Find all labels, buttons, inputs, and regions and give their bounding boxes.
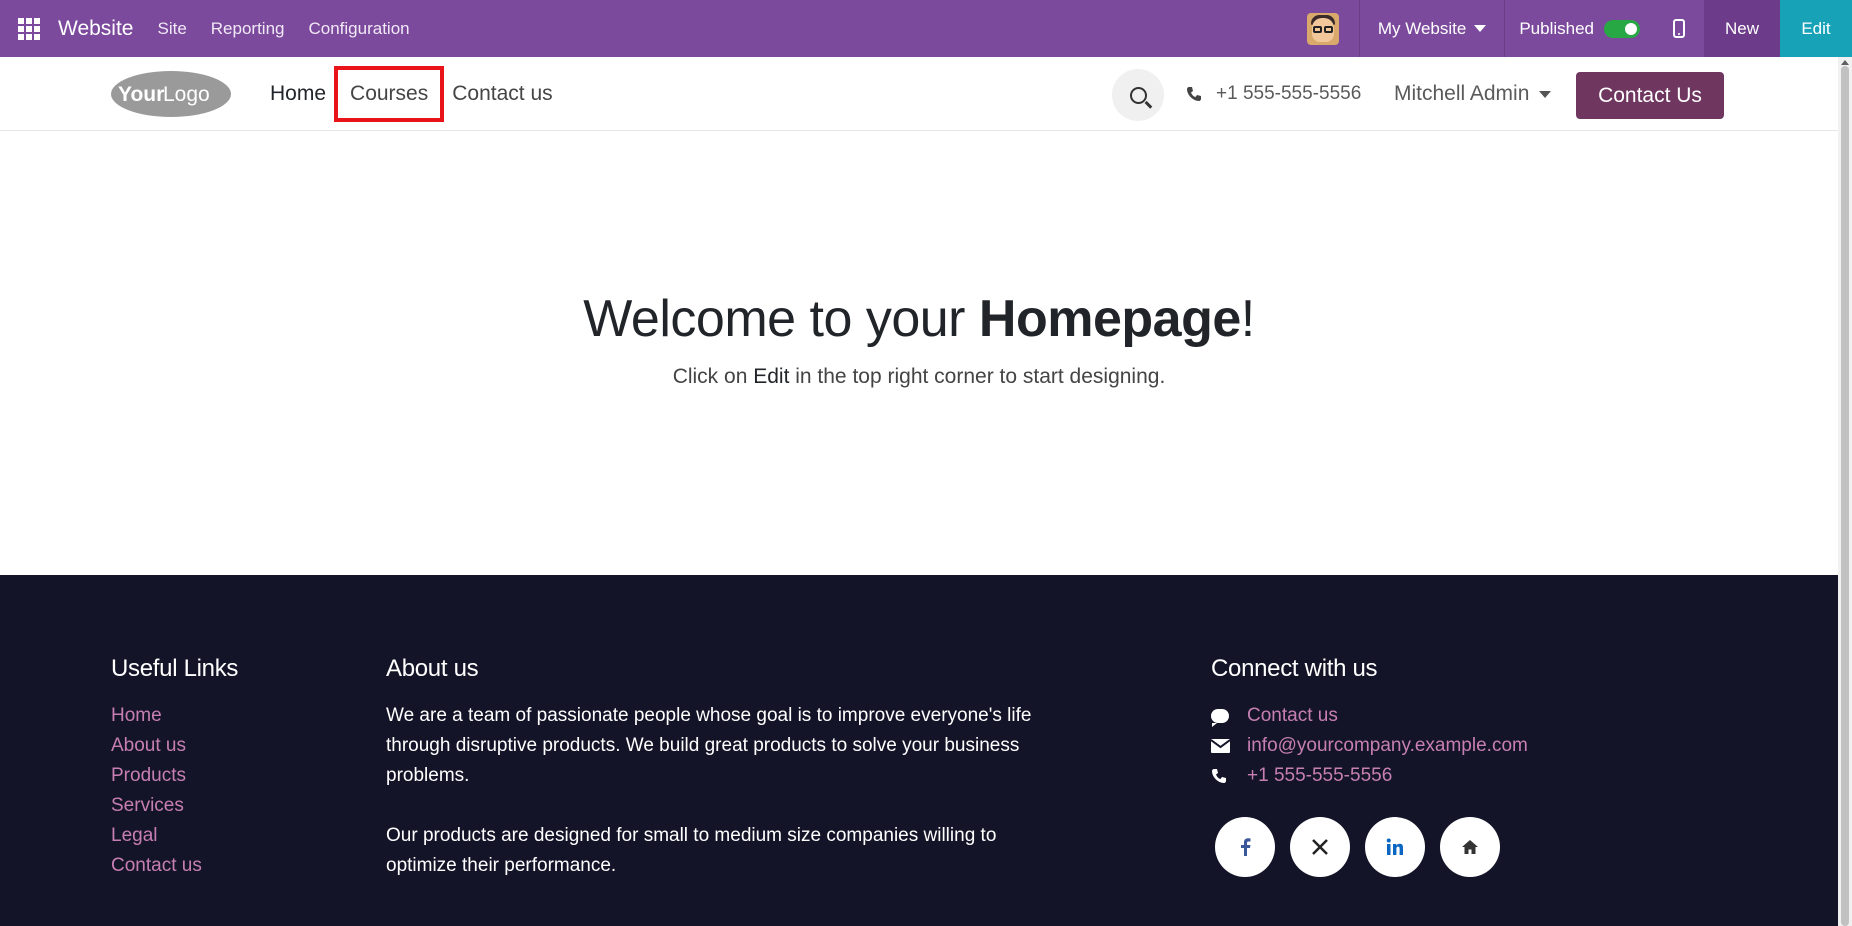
app-brand[interactable]: Website bbox=[58, 17, 133, 41]
page-subtitle: Click on Edit in the top right corner to… bbox=[0, 365, 1838, 389]
linkedin-icon[interactable] bbox=[1365, 817, 1425, 877]
phone-icon bbox=[1187, 87, 1201, 101]
menu-site[interactable]: Site bbox=[145, 19, 198, 39]
footer: Useful Links Home About us Products Serv… bbox=[0, 575, 1838, 926]
footer-about: About us We are a team of passionate peo… bbox=[386, 655, 1046, 881]
nav-home[interactable]: Home bbox=[262, 82, 334, 106]
social-links bbox=[1215, 817, 1528, 877]
menu-configuration[interactable]: Configuration bbox=[297, 19, 422, 39]
main-content: Welcome to your Homepage! Click on Edit … bbox=[0, 131, 1838, 575]
subtitle-a: Click on bbox=[672, 365, 754, 388]
edit-button[interactable]: Edit bbox=[1780, 0, 1852, 57]
title-prefix: Welcome to your bbox=[583, 290, 979, 348]
connect-phone-label: +1 555-555-5556 bbox=[1247, 765, 1393, 786]
page-title: Welcome to your Homepage! bbox=[0, 289, 1838, 349]
user-menu[interactable]: Mitchell Admin bbox=[1394, 57, 1552, 131]
main-nav: Home Courses Contact us bbox=[262, 57, 561, 131]
footer-link-legal[interactable]: Legal bbox=[111, 821, 238, 851]
search-icon bbox=[1129, 86, 1147, 104]
mobile-icon bbox=[1673, 19, 1685, 38]
footer-link-services[interactable]: Services bbox=[111, 791, 238, 821]
logo[interactable]: Your Logo bbox=[110, 69, 232, 119]
avatar[interactable] bbox=[1306, 12, 1339, 45]
connect-email[interactable]: info@yourcompany.example.com bbox=[1211, 731, 1528, 761]
search-button[interactable] bbox=[1112, 69, 1164, 121]
logo-text-logo: Logo bbox=[163, 83, 210, 106]
envelope-icon bbox=[1211, 739, 1230, 753]
mobile-preview-button[interactable] bbox=[1654, 0, 1704, 57]
chevron-down-icon bbox=[1539, 90, 1552, 98]
phone-icon bbox=[1212, 769, 1226, 783]
connect-contact[interactable]: Contact us bbox=[1211, 701, 1528, 731]
footer-link-contact-us[interactable]: Contact us bbox=[111, 851, 238, 881]
footer-useful-links: Useful Links Home About us Products Serv… bbox=[111, 655, 238, 881]
apps-menu-icon[interactable] bbox=[0, 0, 58, 57]
contact-us-button[interactable]: Contact Us bbox=[1576, 72, 1724, 119]
comment-icon bbox=[1211, 709, 1229, 727]
footer-link-products[interactable]: Products bbox=[111, 761, 238, 791]
about-title: About us bbox=[386, 655, 479, 682]
footer-link-about-us[interactable]: About us bbox=[111, 731, 238, 761]
nav-courses[interactable]: Courses bbox=[334, 66, 445, 122]
connect-contact-label: Contact us bbox=[1247, 705, 1338, 726]
connect-phone[interactable]: +1 555-555-5556 bbox=[1211, 761, 1528, 791]
title-bold: Homepage bbox=[978, 290, 1241, 348]
toggle-switch[interactable] bbox=[1604, 19, 1640, 38]
useful-links-title: Useful Links bbox=[111, 655, 239, 682]
about-paragraph-1: We are a team of passionate people whose… bbox=[386, 705, 1032, 786]
header-phone-number: +1 555-555-5556 bbox=[1216, 83, 1362, 104]
chevron-down-icon bbox=[1474, 25, 1487, 32]
published-toggle[interactable]: Published bbox=[1505, 19, 1654, 39]
title-suffix: ! bbox=[1240, 290, 1255, 348]
header-phone[interactable]: +1 555-555-5556 bbox=[1186, 57, 1361, 131]
new-button[interactable]: New bbox=[1704, 0, 1780, 57]
logo-text-your: Your bbox=[118, 83, 164, 106]
menu-reporting[interactable]: Reporting bbox=[199, 19, 297, 39]
subtitle-em: Edit bbox=[753, 365, 790, 388]
topbar-right: My Website Published New Edit bbox=[1306, 0, 1852, 57]
site-header: Your Logo Home Courses Contact us +1 555… bbox=[0, 57, 1838, 131]
footer-connect: Connect with us Contact us info@yourcomp… bbox=[1211, 655, 1528, 877]
website-selector[interactable]: My Website bbox=[1360, 19, 1505, 39]
home-icon[interactable] bbox=[1440, 817, 1500, 877]
nav-contact-us[interactable]: Contact us bbox=[444, 82, 560, 106]
connect-title: Connect with us bbox=[1211, 655, 1378, 682]
subtitle-b: in the top right corner to start designi… bbox=[789, 365, 1166, 388]
connect-email-label: info@yourcompany.example.com bbox=[1247, 735, 1528, 756]
footer-link-home[interactable]: Home bbox=[111, 701, 238, 731]
admin-topbar: Website Site Reporting Configuration My … bbox=[0, 0, 1852, 57]
published-label: Published bbox=[1519, 18, 1594, 38]
x-icon[interactable] bbox=[1290, 817, 1350, 877]
user-name: Mitchell Admin bbox=[1394, 82, 1530, 105]
scrollbar-thumb[interactable] bbox=[1841, 66, 1849, 926]
about-paragraph-2: Our products are designed for small to m… bbox=[386, 825, 997, 876]
scroll-up-icon[interactable] bbox=[1841, 60, 1849, 65]
website-selector-label: My Website bbox=[1377, 18, 1467, 38]
facebook-icon[interactable] bbox=[1215, 817, 1275, 877]
